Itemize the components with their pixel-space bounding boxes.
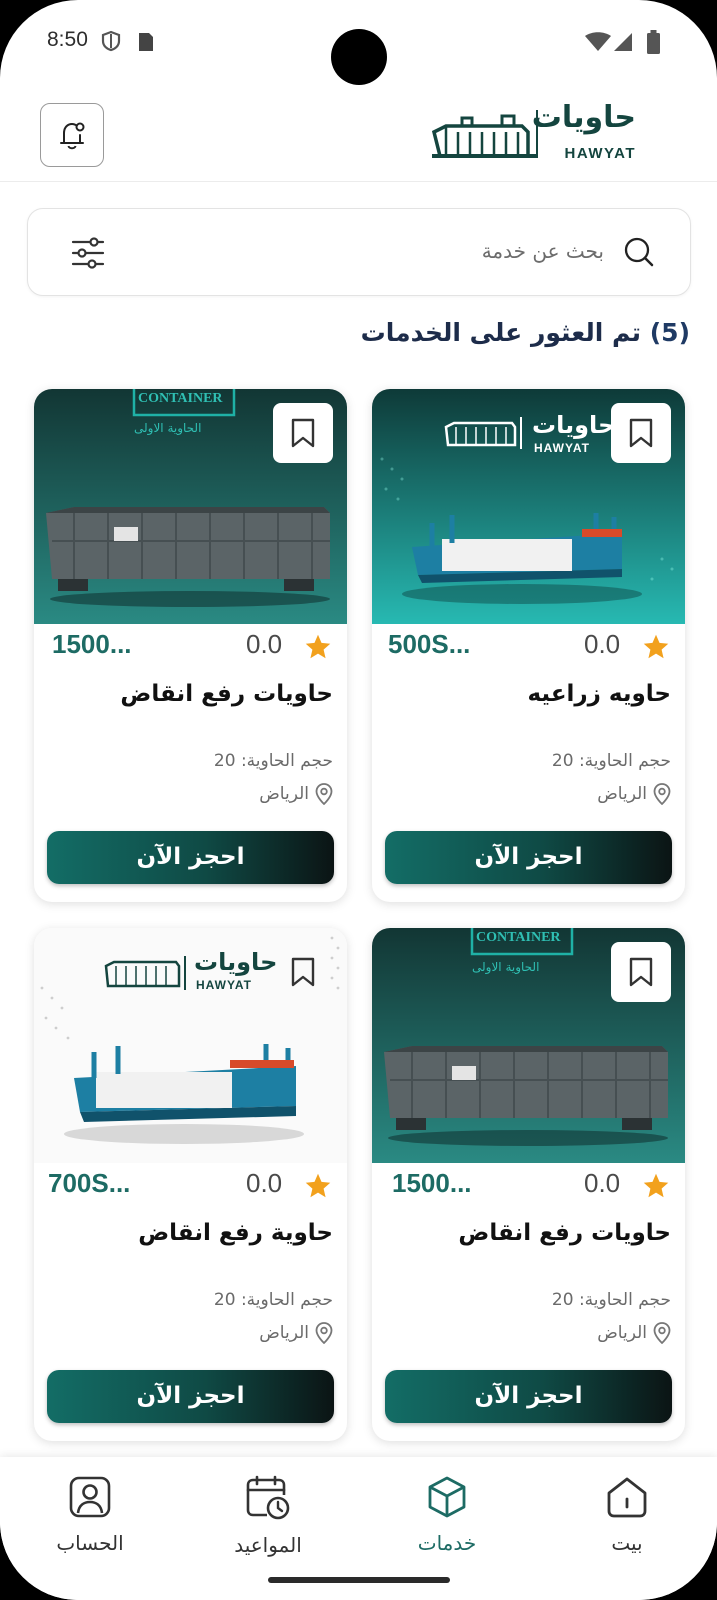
location-pin-icon: [315, 1322, 333, 1344]
service-title: حاويات رفع انقاض: [458, 1220, 671, 1246]
book-now-button[interactable]: احجز الآن: [47, 1370, 334, 1423]
service-image: حاويات HAWYAT: [372, 389, 685, 624]
book-now-button[interactable]: احجز الآن: [47, 831, 334, 884]
container-size: حجم الحاوية: 20: [213, 751, 333, 771]
nav-account-label: الحساب: [56, 1531, 124, 1555]
phone-screen: 8:50 حاويات HAWYAT بحث عن خدمة (5) تم ال…: [0, 0, 717, 1600]
search-bar[interactable]: بحث عن خدمة: [27, 208, 691, 296]
wifi-icon: [585, 32, 611, 51]
image-container-sign-ar: الحاوية الاولى: [134, 421, 202, 435]
app-header: حاويات HAWYAT: [0, 96, 717, 182]
price-value: 1500...: [52, 629, 132, 659]
image-brand-en: HAWYAT: [534, 441, 591, 455]
brand-name-arabic: حاويات: [531, 100, 636, 135]
image-container-sign: CONTAINER: [476, 930, 561, 945]
location-text: الرياض: [597, 1323, 647, 1343]
star-icon: [305, 634, 331, 659]
image-brand-ar: حاويات: [532, 411, 616, 439]
price-value: 500S...: [388, 629, 471, 659]
box-icon: [428, 1476, 466, 1518]
price-value: 1500...: [392, 1168, 472, 1198]
location-text: الرياض: [259, 1323, 309, 1343]
brand-logo: حاويات HAWYAT: [432, 100, 642, 166]
book-now-button[interactable]: احجز الآن: [385, 831, 672, 884]
service-title: حاوية رفع انقاض: [138, 1220, 333, 1246]
brand-name-english: HAWYAT: [564, 145, 636, 162]
service-card[interactable]: CONTAINER الحاوية الاولى 0.0 1500... حاو…: [372, 928, 685, 1441]
container-size: حجم الحاوية: 20: [551, 751, 671, 771]
location-pin-icon: [315, 783, 333, 805]
location: الرياض: [597, 783, 671, 805]
nav-appointments-label: المواعيد: [234, 1533, 302, 1557]
location-text: الرياض: [597, 784, 647, 804]
location-text: الرياض: [259, 784, 309, 804]
location: الرياض: [259, 783, 333, 805]
service-title: حاويات رفع انقاض: [120, 681, 333, 707]
bookmark-icon: [629, 957, 653, 987]
status-time: 8:50: [47, 28, 88, 51]
bookmark-button[interactable]: [273, 942, 333, 1002]
nav-account[interactable]: الحساب: [25, 1475, 155, 1555]
location: الرياض: [597, 1322, 671, 1344]
account-icon: [69, 1476, 111, 1518]
location: الرياض: [259, 1322, 333, 1344]
nav-appointments[interactable]: المواعيد: [203, 1475, 333, 1557]
results-label: تم العثور على الخدمات: [360, 318, 641, 347]
image-brand-ar: حاويات: [194, 948, 278, 976]
filter-sliders-icon[interactable]: [70, 235, 106, 271]
shield-status-icon: [101, 30, 121, 52]
rating-value: 0.0: [246, 629, 283, 659]
search-placeholder: بحث عن خدمة: [481, 239, 604, 263]
service-image: CONTAINER الحاوية الاولى: [372, 928, 685, 1163]
service-card[interactable]: حاويات HAWYAT 0.0 500S... حاويه زراعيه ح…: [372, 389, 685, 902]
service-card[interactable]: حاويات HAWYAT 0.0 700S... حاوية رفع انقا…: [34, 928, 347, 1441]
service-image: CONTAINER الحاوية الاولى: [34, 389, 347, 624]
bookmark-icon: [291, 418, 315, 448]
container-logo-icon: [432, 114, 536, 158]
notifications-button[interactable]: [40, 103, 104, 167]
star-icon: [643, 634, 669, 659]
image-container-sign: CONTAINER: [138, 391, 223, 406]
results-heading: (5) تم العثور على الخدمات: [361, 318, 690, 347]
gesture-home-indicator[interactable]: [268, 1577, 450, 1583]
service-image: حاويات HAWYAT: [34, 928, 347, 1163]
camera-cutout: [331, 29, 387, 85]
bookmark-button[interactable]: [611, 403, 671, 463]
rating-value: 0.0: [584, 629, 621, 659]
home-icon: [607, 1477, 647, 1518]
star-icon: [305, 1173, 331, 1198]
bookmark-icon: [291, 957, 315, 987]
service-title: حاويه زراعيه: [527, 681, 671, 707]
rating-value: 0.0: [584, 1168, 621, 1198]
container-size: حجم الحاوية: 20: [213, 1290, 333, 1310]
nav-home[interactable]: بيت: [562, 1475, 692, 1555]
bookmark-button[interactable]: [273, 403, 333, 463]
battery-icon: [647, 30, 660, 54]
bell-icon: [60, 122, 85, 150]
service-card[interactable]: CONTAINER الحاوية الاولى 0.0 1500... حاو…: [34, 389, 347, 902]
nav-home-label: بيت: [611, 1531, 643, 1555]
search-icon: [624, 237, 654, 267]
image-brand-en: HAWYAT: [196, 978, 253, 992]
container-size: حجم الحاوية: 20: [551, 1290, 671, 1310]
sim-card-icon: [139, 33, 153, 51]
signal-icon: [614, 33, 632, 51]
book-now-button[interactable]: احجز الآن: [385, 1370, 672, 1423]
bookmark-icon: [629, 418, 653, 448]
location-pin-icon: [653, 1322, 671, 1344]
calendar-clock-icon: [246, 1475, 290, 1520]
star-icon: [643, 1173, 669, 1198]
price-value: 700S...: [48, 1168, 131, 1198]
bookmark-button[interactable]: [611, 942, 671, 1002]
image-container-sign-ar: الحاوية الاولى: [472, 960, 540, 974]
results-count: (5): [649, 318, 690, 347]
nav-services[interactable]: خدمات: [382, 1475, 512, 1555]
nav-services-label: خدمات: [417, 1531, 477, 1555]
location-pin-icon: [653, 783, 671, 805]
rating-value: 0.0: [246, 1168, 283, 1198]
